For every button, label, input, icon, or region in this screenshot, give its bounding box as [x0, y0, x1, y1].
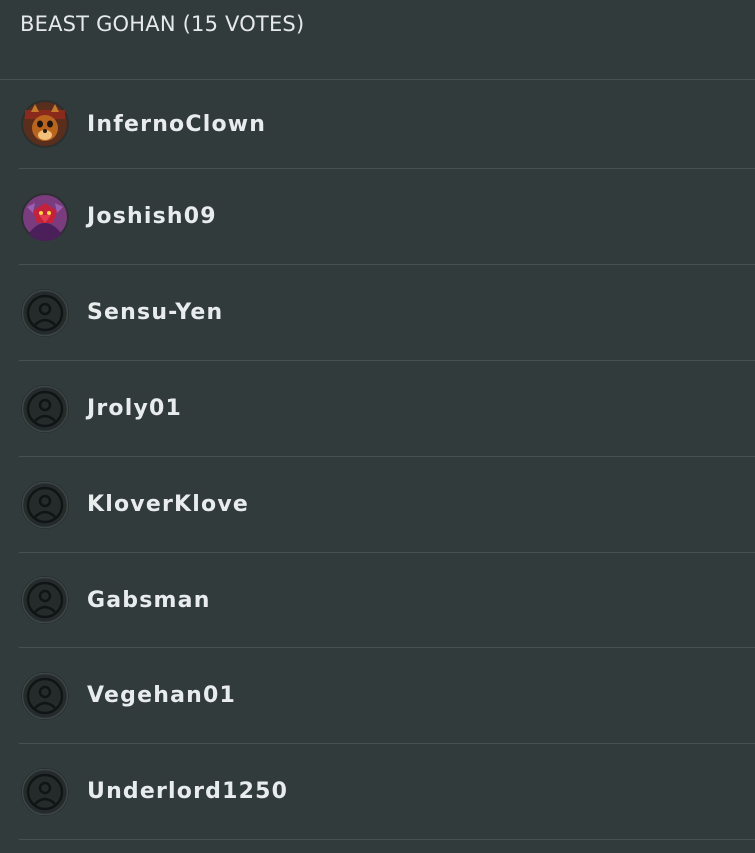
default-user-avatar-icon — [21, 671, 69, 720]
default-user-avatar-icon — [21, 767, 69, 816]
voter-name[interactable]: Underlord1250 — [87, 779, 288, 804]
voter-row[interactable]: InfernoClown — [19, 80, 755, 169]
votes-title: BEAST GOHAN (15 VOTES) — [20, 12, 305, 36]
default-user-avatar-icon — [21, 288, 69, 337]
voter-name[interactable]: Sensu-Yen — [87, 300, 223, 325]
voter-row[interactable]: Joshish09 — [19, 169, 755, 265]
voter-name[interactable]: Vegehan01 — [87, 683, 236, 708]
voter-row[interactable]: Underlord1250 — [19, 744, 755, 840]
voter-list: InfernoClown Joshish09 Sensu-Yen Jroly01… — [19, 80, 755, 840]
default-user-avatar-icon — [21, 384, 69, 433]
voter-name[interactable]: InfernoClown — [87, 112, 266, 137]
voter-row[interactable]: Sensu-Yen — [19, 265, 755, 361]
default-user-avatar-icon — [21, 576, 69, 624]
voter-row[interactable]: Vegehan01 — [19, 648, 755, 744]
votes-header: BEAST GOHAN (15 VOTES) — [0, 0, 755, 80]
custom-avatar-fox-icon — [21, 100, 69, 148]
voter-name[interactable]: KloverKlove — [87, 492, 249, 517]
voter-row[interactable]: KloverKlove — [19, 457, 755, 553]
voter-name[interactable]: Joshish09 — [87, 204, 217, 229]
votes-panel: BEAST GOHAN (15 VOTES) InfernoClown Josh… — [0, 0, 755, 853]
voter-row[interactable]: Gabsman — [19, 553, 755, 648]
voter-row[interactable]: Jroly01 — [19, 361, 755, 457]
default-user-avatar-icon — [21, 480, 69, 529]
voter-name[interactable]: Gabsman — [87, 588, 211, 613]
custom-avatar-character-icon — [21, 192, 69, 241]
voter-name[interactable]: Jroly01 — [87, 396, 182, 421]
